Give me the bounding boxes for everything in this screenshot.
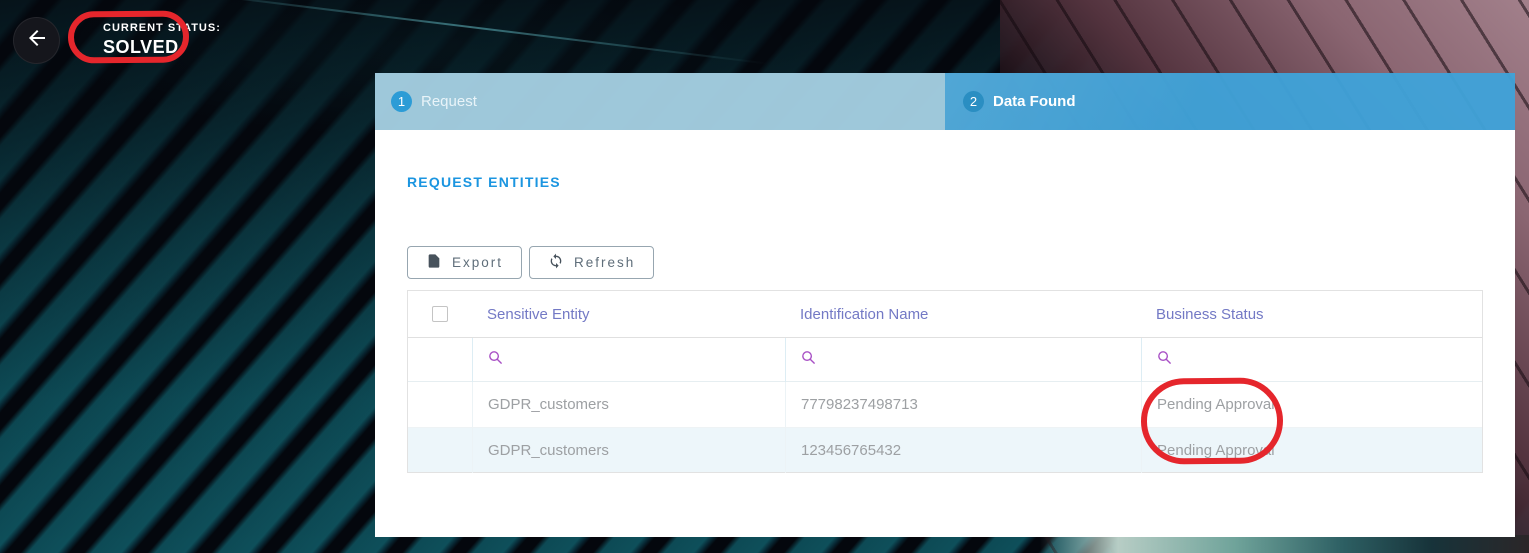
magnifier-icon[interactable] bbox=[1156, 349, 1173, 371]
cell-identification-name: 77798237498713 bbox=[785, 382, 1141, 427]
background-glass-strip bbox=[1040, 535, 1529, 553]
request-panel: 1 Request 2 Data Found REQUEST ENTITIES … bbox=[375, 73, 1515, 537]
filter-cell-empty bbox=[408, 338, 472, 382]
tab-request[interactable]: 1 Request bbox=[375, 73, 945, 130]
current-status-block: CURRENT STATUS: SOLVED bbox=[103, 22, 221, 58]
tab-request-label: Request bbox=[421, 93, 477, 110]
cell-business-status: Pending Approval bbox=[1141, 382, 1482, 427]
back-button[interactable] bbox=[13, 17, 60, 64]
cell-business-status: Pending Approval bbox=[1141, 428, 1482, 473]
column-header-identification-name[interactable]: Identification Name bbox=[785, 306, 1141, 323]
filter-input-business-status[interactable] bbox=[1141, 338, 1482, 382]
select-all-cell bbox=[408, 306, 472, 322]
row-select-cell bbox=[408, 428, 472, 473]
cell-sensitive-entity: GDPR_customers bbox=[472, 382, 785, 427]
filter-input-identification-name[interactable] bbox=[785, 338, 1141, 382]
document-icon bbox=[426, 253, 442, 272]
cell-sensitive-entity: GDPR_customers bbox=[472, 428, 785, 473]
column-header-business-status[interactable]: Business Status bbox=[1141, 306, 1482, 323]
arrow-left-icon bbox=[25, 26, 49, 55]
screen: CURRENT STATUS: SOLVED 1 Request 2 Data … bbox=[0, 0, 1529, 553]
step-2-badge: 2 bbox=[963, 91, 984, 112]
refresh-button-label: Refresh bbox=[574, 255, 635, 270]
table-row[interactable]: GDPR_customers 77798237498713 Pending Ap… bbox=[408, 382, 1482, 427]
refresh-button[interactable]: Refresh bbox=[529, 246, 654, 279]
panel-content: REQUEST ENTITIES Export Refresh bbox=[375, 130, 1515, 537]
magnifier-icon[interactable] bbox=[800, 349, 817, 371]
current-status-value: SOLVED bbox=[103, 37, 221, 58]
current-status-label: CURRENT STATUS: bbox=[103, 22, 221, 34]
table-filter-row bbox=[408, 338, 1482, 382]
tab-data-found[interactable]: 2 Data Found bbox=[945, 73, 1515, 130]
row-select-cell bbox=[408, 382, 472, 427]
magnifier-icon[interactable] bbox=[487, 349, 504, 371]
cell-identification-name: 123456765432 bbox=[785, 428, 1141, 473]
export-button[interactable]: Export bbox=[407, 246, 522, 279]
sync-icon bbox=[548, 253, 564, 272]
tab-data-found-label: Data Found bbox=[993, 93, 1076, 110]
request-entities-table: Sensitive Entity Identification Name Bus… bbox=[407, 290, 1483, 473]
column-header-sensitive-entity[interactable]: Sensitive Entity bbox=[472, 306, 785, 323]
table-header-row: Sensitive Entity Identification Name Bus… bbox=[408, 291, 1482, 338]
select-all-checkbox[interactable] bbox=[432, 306, 448, 322]
filter-input-sensitive-entity[interactable] bbox=[472, 338, 785, 382]
export-button-label: Export bbox=[452, 255, 503, 270]
toolbar: Export Refresh bbox=[407, 246, 654, 279]
section-title: REQUEST ENTITIES bbox=[407, 174, 561, 190]
wizard-steps: 1 Request 2 Data Found bbox=[375, 73, 1515, 130]
table-row[interactable]: GDPR_customers 123456765432 Pending Appr… bbox=[408, 427, 1482, 472]
step-1-badge: 1 bbox=[391, 91, 412, 112]
